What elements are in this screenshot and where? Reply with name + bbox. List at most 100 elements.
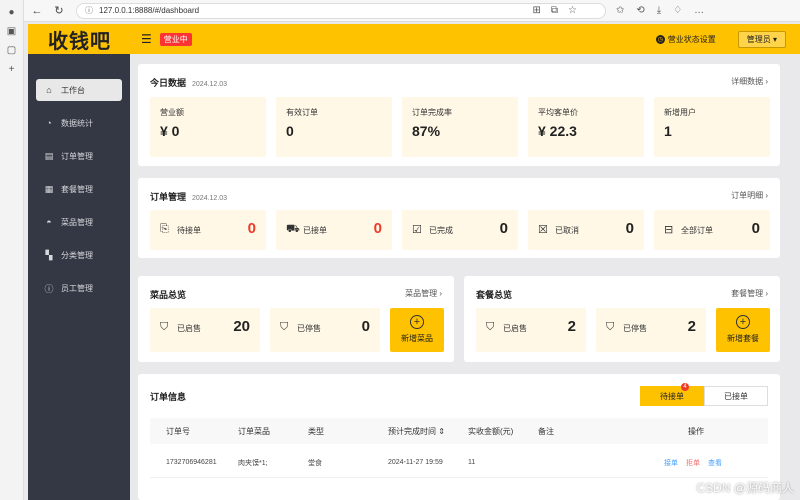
pending-icon: ⎘: [160, 223, 169, 235]
watermark: CSDN @源码商人: [696, 481, 794, 495]
sidebar-item-label: 工作台: [61, 85, 85, 95]
tab-icon[interactable]: ▣: [5, 24, 19, 38]
column-header-sortable[interactable]: 预计完成时间 ⇕: [388, 426, 445, 437]
extensions-icon[interactable]: ♢: [673, 5, 682, 16]
stat-value: 0: [286, 123, 294, 139]
orders-title-text: 订单管理: [150, 192, 187, 202]
clock-icon: ◷: [655, 34, 665, 44]
menu-toggle-icon[interactable]: ☰: [141, 32, 152, 46]
order-detail-link[interactable]: 订单明细 ›: [731, 190, 768, 201]
order-tile-label: 已取消: [555, 226, 579, 235]
column-header: 备注: [538, 426, 554, 436]
page-icon[interactable]: ▢: [5, 43, 19, 57]
dishes-overview-card: 菜品总览 菜品管理 › ⛉ 已启售 20 ⛉ 已停售 0 + 新增菜品: [138, 276, 454, 362]
combos-overview-card: 套餐总览 套餐管理 › ⛉ 已启售 2 ⛉ 已停售 2 + 新增套餐: [464, 276, 780, 362]
add-dish-label: 新增菜品: [401, 334, 433, 343]
grid-icon[interactable]: ⊞: [533, 5, 541, 16]
dish-management-label: 菜品管理: [405, 289, 438, 298]
stat-new-users: 新增用户 1: [654, 97, 770, 157]
admin-button[interactable]: 管理员 ▾: [737, 30, 786, 48]
accept-order-button[interactable]: 接单: [664, 460, 678, 467]
url-text: 127.0.0.1:8888/#/dashboard: [99, 6, 200, 15]
tag-off-icon: ⛉: [606, 321, 615, 333]
order-pending-tile[interactable]: ⎘ 待接单 0: [150, 210, 266, 250]
orders-title: 订单管理 2024.12.03: [150, 190, 227, 203]
dish-on-sale-tile: ⛉ 已启售 20: [150, 308, 260, 352]
stat-value: ¥ 22.3: [538, 123, 577, 139]
stat-label: 订单完成率: [412, 108, 452, 117]
order-tile-label: 待接单: [177, 226, 201, 235]
order-tile-label: 全部订单: [681, 226, 713, 235]
combo-off-value: 2: [687, 318, 696, 335]
stat-value: 1: [664, 123, 672, 139]
view-order-button[interactable]: 查看: [708, 460, 722, 467]
favorites-icon[interactable]: ✩: [616, 5, 624, 16]
tag-icon: ⛉: [486, 321, 495, 333]
tab-pending[interactable]: 待接单 4: [640, 383, 704, 406]
order-info-title: 订单信息: [150, 392, 187, 402]
browser-toolbar: ← ↻ ⓘ 127.0.0.1:8888/#/dashboard ⊞ ⧉ ☆ ✩…: [24, 0, 800, 22]
stat-avg-price: 平均客单价 ¥ 22.3: [528, 97, 644, 157]
order-detail-label: 订单明细: [731, 191, 764, 200]
column-header: 操作: [688, 426, 704, 436]
order-icon: ▤: [44, 150, 54, 161]
new-tab-icon[interactable]: +: [5, 62, 19, 76]
profile-icon[interactable]: ●: [5, 5, 19, 19]
all-orders-icon: ⊟: [664, 224, 674, 236]
reader-icon[interactable]: ⧉: [551, 5, 558, 16]
refresh-icon[interactable]: ↻: [50, 2, 68, 20]
stat-label: 平均客单价: [538, 108, 578, 117]
sidebar-item-orders[interactable]: ▤ 订单管理: [36, 145, 122, 167]
status-settings-button[interactable]: ◷ 营业状态设置: [655, 34, 716, 45]
download-icon[interactable]: ⤓: [657, 5, 661, 16]
order-tile-value: 0: [499, 220, 508, 237]
order-completed-tile[interactable]: ☑ 已完成 0: [402, 210, 518, 250]
history-icon[interactable]: ⟲: [636, 5, 644, 16]
combo-management-link[interactable]: 套餐管理 ›: [731, 288, 768, 299]
combos-title: 套餐总览: [476, 290, 513, 300]
status-badge: 营业中: [159, 32, 192, 46]
dish-management-link[interactable]: 菜品管理 ›: [405, 288, 442, 299]
sidebar-item-categories[interactable]: ▚ 分类管理: [36, 244, 122, 266]
dish-off-value: 0: [361, 318, 370, 335]
add-combo-button[interactable]: + 新增套餐: [716, 308, 770, 352]
order-all-tile[interactable]: ⊟ 全部订单 0: [654, 210, 770, 250]
stat-label: 新增用户: [664, 108, 696, 117]
sidebar-item-label: 员工管理: [61, 283, 93, 293]
back-icon[interactable]: ←: [28, 2, 46, 20]
today-date: 2024.12.03: [192, 81, 228, 88]
star-icon[interactable]: ☆: [568, 5, 577, 16]
plus-icon: +: [410, 315, 424, 329]
today-title: 今日数据 2024.12.03: [150, 76, 227, 89]
dish-off-label: 已停售: [297, 324, 321, 333]
stat-valid-orders: 有效订单 0: [276, 97, 392, 157]
order-cancelled-tile[interactable]: ☒ 已取消 0: [528, 210, 644, 250]
sidebar-item-label: 菜品管理: [61, 217, 93, 227]
stat-label: 营业额: [160, 108, 184, 117]
cancelled-icon: ☒: [538, 224, 548, 236]
stat-value: ¥ 0: [160, 123, 180, 139]
tab-accepted[interactable]: 已接单: [704, 386, 768, 406]
sidebar-item-statistics[interactable]: ◔ 数据统计: [36, 112, 122, 134]
status-settings-label: 营业状态设置: [667, 34, 716, 44]
reject-order-button[interactable]: 拒单: [686, 460, 700, 467]
sort-icon: ⇕: [438, 426, 445, 436]
add-dish-button[interactable]: + 新增菜品: [390, 308, 444, 352]
sidebar-item-combos[interactable]: ▦ 套餐管理: [36, 178, 122, 200]
combo-on-sale-tile: ⛉ 已启售 2: [476, 308, 586, 352]
add-combo-label: 新增套餐: [727, 334, 759, 343]
stat-completion-rate: 订单完成率 87%: [402, 97, 518, 157]
order-tile-value: 0: [751, 220, 760, 237]
order-accepted-tile[interactable]: ⛟ 已接单 0: [276, 210, 392, 250]
more-icon[interactable]: …: [694, 5, 704, 16]
sidebar-item-staff[interactable]: ⓘ 员工管理: [36, 277, 122, 299]
order-id: 1732706946281: [166, 459, 217, 466]
column-header-label: 预计完成时间: [388, 426, 436, 436]
tab-pending-label: 待接单: [660, 391, 684, 401]
sidebar-item-dashboard[interactable]: ⌂ 工作台: [36, 79, 122, 101]
detail-data-link[interactable]: 详细数据 ›: [731, 76, 768, 87]
stat-label: 有效订单: [286, 108, 318, 117]
home-icon: ⌂: [46, 85, 52, 95]
sidebar-item-dishes[interactable]: ◓ 菜品管理: [36, 211, 122, 233]
address-bar[interactable]: ⓘ 127.0.0.1:8888/#/dashboard ⊞ ⧉ ☆: [76, 2, 606, 19]
